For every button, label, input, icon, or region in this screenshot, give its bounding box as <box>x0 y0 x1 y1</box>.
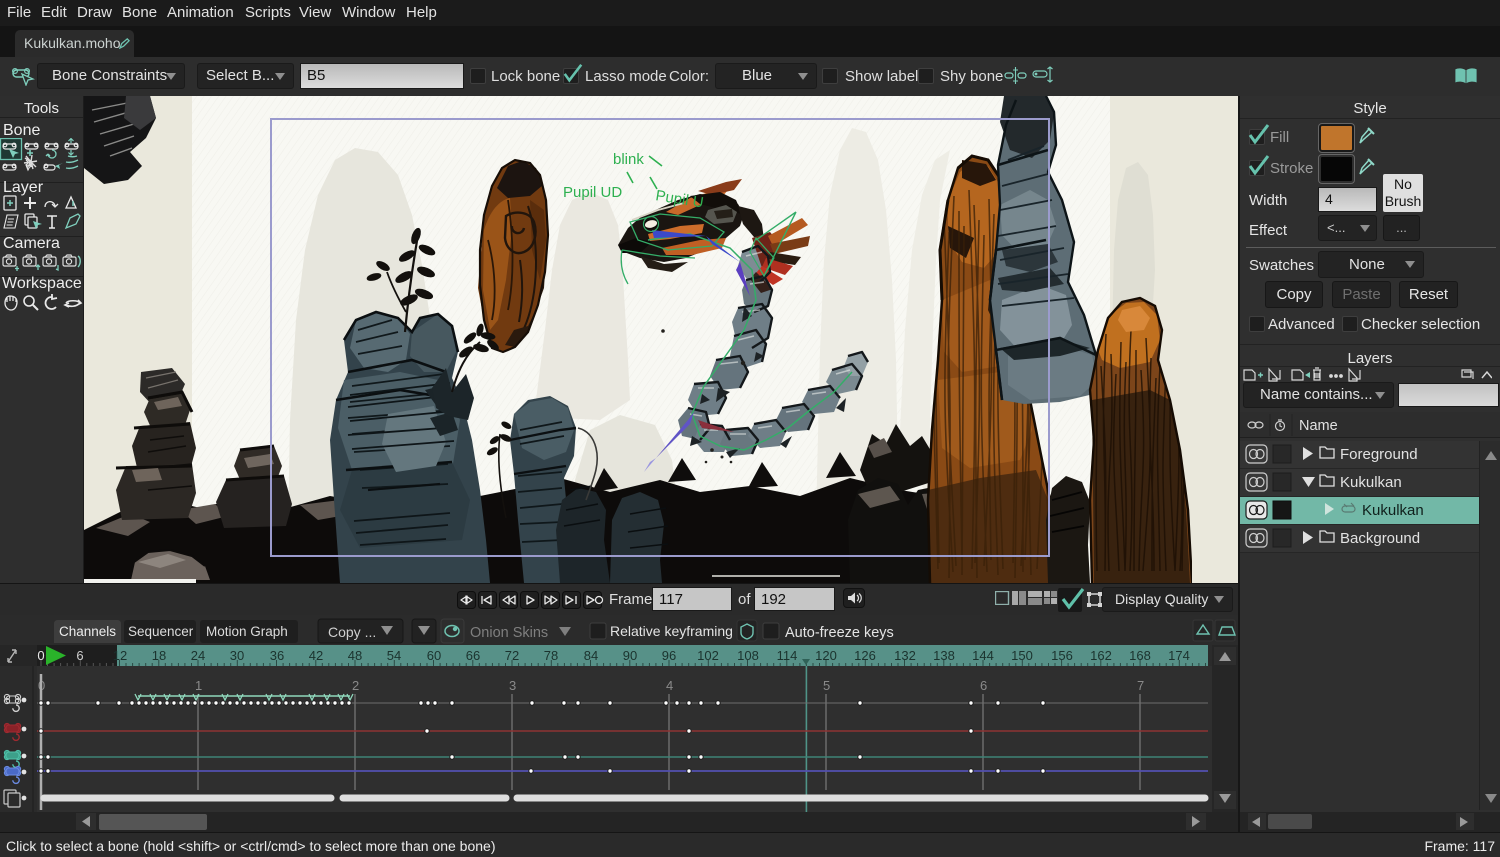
svg-text:90: 90 <box>623 648 637 663</box>
svg-text:126: 126 <box>854 648 876 663</box>
svg-text:6: 6 <box>980 678 987 693</box>
svg-text:12: 12 <box>113 648 127 663</box>
svg-text:84: 84 <box>584 648 598 663</box>
svg-text:30: 30 <box>230 648 244 663</box>
svg-text:48: 48 <box>348 648 362 663</box>
svg-text:72: 72 <box>505 648 519 663</box>
svg-text:Kukulkan: Kukulkan <box>1340 474 1402 491</box>
svg-text:54: 54 <box>387 648 401 663</box>
svg-text:1: 1 <box>195 678 202 693</box>
svg-text:Background: Background <box>1340 530 1420 547</box>
svg-text:102: 102 <box>697 648 719 663</box>
svg-text:162: 162 <box>1090 648 1112 663</box>
svg-text:78: 78 <box>544 648 558 663</box>
svg-text:Name: Name <box>1299 418 1338 434</box>
svg-text:18: 18 <box>152 648 166 663</box>
svg-text:Channels: Channels <box>59 624 116 639</box>
svg-text:7: 7 <box>1137 678 1144 693</box>
svg-text:138: 138 <box>933 648 955 663</box>
svg-text:0: 0 <box>37 648 44 663</box>
svg-text:108: 108 <box>737 648 759 663</box>
svg-text:2: 2 <box>352 678 359 693</box>
svg-text:96: 96 <box>662 648 676 663</box>
svg-text:Auto-freeze keys: Auto-freeze keys <box>785 625 894 641</box>
svg-text:Copy ...: Copy ... <box>328 624 376 640</box>
svg-text:144: 144 <box>972 648 994 663</box>
svg-text:150: 150 <box>1011 648 1033 663</box>
svg-text:Onion Skins: Onion Skins <box>470 625 548 641</box>
svg-text:Sequencer: Sequencer <box>128 624 194 639</box>
svg-text:42: 42 <box>309 648 323 663</box>
svg-text:60: 60 <box>427 648 441 663</box>
svg-text:4: 4 <box>666 678 673 693</box>
svg-text:Foreground: Foreground <box>1340 446 1418 463</box>
svg-text:156: 156 <box>1051 648 1073 663</box>
svg-text:6: 6 <box>76 648 83 663</box>
svg-text:Pupil UD: Pupil UD <box>563 184 622 201</box>
svg-text:blink: blink <box>613 151 644 168</box>
svg-text:24: 24 <box>191 648 205 663</box>
svg-text:5: 5 <box>823 678 830 693</box>
svg-text:36: 36 <box>270 648 284 663</box>
svg-text:3: 3 <box>509 678 516 693</box>
svg-text:174: 174 <box>1168 648 1190 663</box>
svg-text:Motion Graph: Motion Graph <box>206 624 288 639</box>
svg-text:114: 114 <box>777 648 798 663</box>
svg-text:Kukulkan: Kukulkan <box>1362 502 1424 519</box>
svg-text:66: 66 <box>466 648 480 663</box>
svg-text:132: 132 <box>894 648 916 663</box>
svg-text:168: 168 <box>1129 648 1151 663</box>
svg-text:Relative keyframing: Relative keyframing <box>610 623 733 639</box>
svg-text:120: 120 <box>815 648 837 663</box>
